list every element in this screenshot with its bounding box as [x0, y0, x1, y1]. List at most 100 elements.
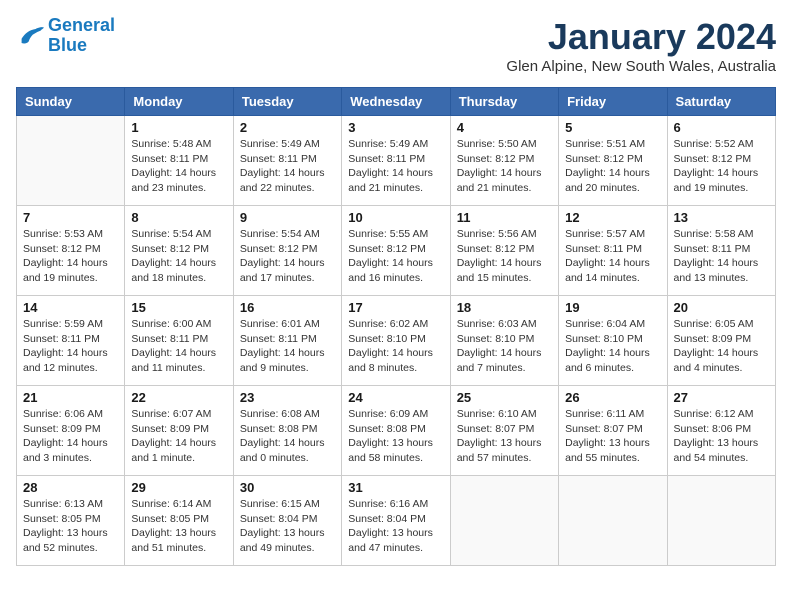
- day-info: Sunrise: 6:13 AM Sunset: 8:05 PM Dayligh…: [23, 497, 118, 556]
- weekday-header: Monday: [125, 88, 233, 116]
- week-row: 7Sunrise: 5:53 AM Sunset: 8:12 PM Daylig…: [17, 206, 776, 296]
- logo: General Blue: [16, 16, 115, 56]
- day-number: 26: [565, 390, 660, 405]
- calendar-cell: [450, 476, 558, 566]
- calendar-cell: 25 Sunrise: 6:10 AM Sunset: 8:07 PM Dayli…: [450, 386, 558, 476]
- calendar-cell: 3 Sunrise: 5:49 AM Sunset: 8:11 PM Daylig…: [342, 116, 450, 206]
- day-info: Sunrise: 5:52 AM Sunset: 8:12 PM Dayligh…: [674, 137, 769, 196]
- day-info: Sunrise: 6:15 AM Sunset: 8:04 PM Dayligh…: [240, 497, 335, 556]
- day-number: 20: [674, 300, 769, 315]
- day-info: Sunrise: 6:14 AM Sunset: 8:05 PM Dayligh…: [131, 497, 226, 556]
- day-info: Sunrise: 6:05 AM Sunset: 8:09 PM Dayligh…: [674, 317, 769, 376]
- day-info: Sunrise: 6:10 AM Sunset: 8:07 PM Dayligh…: [457, 407, 552, 466]
- location: Glen Alpine, New South Wales, Australia: [506, 58, 776, 75]
- day-number: 16: [240, 300, 335, 315]
- calendar-cell: 10Sunrise: 5:55 AM Sunset: 8:12 PM Dayli…: [342, 206, 450, 296]
- calendar-cell: 4 Sunrise: 5:50 AM Sunset: 8:12 PM Daylig…: [450, 116, 558, 206]
- day-info: Sunrise: 5:50 AM Sunset: 8:12 PM Dayligh…: [457, 137, 552, 196]
- day-info: Sunrise: 6:11 AM Sunset: 8:07 PM Dayligh…: [565, 407, 660, 466]
- calendar-cell: 9Sunrise: 5:54 AM Sunset: 8:12 PM Daylig…: [233, 206, 341, 296]
- day-info: Sunrise: 5:59 AM Sunset: 8:11 PM Dayligh…: [23, 317, 118, 376]
- weekday-header-row: SundayMondayTuesdayWednesdayThursdayFrid…: [17, 88, 776, 116]
- day-number: 9: [240, 210, 335, 225]
- calendar-cell: 8 Sunrise: 5:54 AM Sunset: 8:12 PM Daylig…: [125, 206, 233, 296]
- day-info: Sunrise: 6:09 AM Sunset: 8:08 PM Dayligh…: [348, 407, 443, 466]
- day-number: 8: [131, 210, 226, 225]
- day-info: Sunrise: 6:06 AM Sunset: 8:09 PM Dayligh…: [23, 407, 118, 466]
- day-info: Sunrise: 6:08 AM Sunset: 8:08 PM Dayligh…: [240, 407, 335, 466]
- day-info: Sunrise: 5:49 AM Sunset: 8:11 PM Dayligh…: [240, 137, 335, 196]
- calendar-cell: 7Sunrise: 5:53 AM Sunset: 8:12 PM Daylig…: [17, 206, 125, 296]
- day-number: 12: [565, 210, 660, 225]
- calendar-cell: [17, 116, 125, 206]
- day-number: 27: [674, 390, 769, 405]
- weekday-header: Friday: [559, 88, 667, 116]
- calendar-cell: 26 Sunrise: 6:11 AM Sunset: 8:07 PM Dayli…: [559, 386, 667, 476]
- day-info: Sunrise: 6:01 AM Sunset: 8:11 PM Dayligh…: [240, 317, 335, 376]
- day-number: 17: [348, 300, 443, 315]
- day-info: Sunrise: 5:54 AM Sunset: 8:12 PM Dayligh…: [131, 227, 226, 286]
- day-info: Sunrise: 6:02 AM Sunset: 8:10 PM Dayligh…: [348, 317, 443, 376]
- day-number: 19: [565, 300, 660, 315]
- day-info: Sunrise: 5:57 AM Sunset: 8:11 PM Dayligh…: [565, 227, 660, 286]
- day-info: Sunrise: 5:49 AM Sunset: 8:11 PM Dayligh…: [348, 137, 443, 196]
- day-number: 5: [565, 120, 660, 135]
- day-number: 15: [131, 300, 226, 315]
- day-number: 1: [131, 120, 226, 135]
- title-section: January 2024 Glen Alpine, New South Wale…: [506, 16, 776, 75]
- calendar-cell: 17 Sunrise: 6:02 AM Sunset: 8:10 PM Dayli…: [342, 296, 450, 386]
- week-row: 14 Sunrise: 5:59 AM Sunset: 8:11 PM Dayli…: [17, 296, 776, 386]
- weekday-header: Tuesday: [233, 88, 341, 116]
- calendar-cell: [667, 476, 775, 566]
- week-row: 1 Sunrise: 5:48 AM Sunset: 8:11 PM Daylig…: [17, 116, 776, 206]
- calendar-cell: 30Sunrise: 6:15 AM Sunset: 8:04 PM Dayli…: [233, 476, 341, 566]
- weekday-header: Saturday: [667, 88, 775, 116]
- day-info: Sunrise: 5:58 AM Sunset: 8:11 PM Dayligh…: [674, 227, 769, 286]
- day-number: 14: [23, 300, 118, 315]
- weekday-header: Wednesday: [342, 88, 450, 116]
- day-info: Sunrise: 5:55 AM Sunset: 8:12 PM Dayligh…: [348, 227, 443, 286]
- day-info: Sunrise: 6:04 AM Sunset: 8:10 PM Dayligh…: [565, 317, 660, 376]
- logo-text: General Blue: [48, 16, 115, 56]
- page-header: General Blue January 2024 Glen Alpine, N…: [16, 16, 776, 75]
- calendar-cell: 24 Sunrise: 6:09 AM Sunset: 8:08 PM Dayli…: [342, 386, 450, 476]
- week-row: 28Sunrise: 6:13 AM Sunset: 8:05 PM Dayli…: [17, 476, 776, 566]
- calendar-cell: 11Sunrise: 5:56 AM Sunset: 8:12 PM Dayli…: [450, 206, 558, 296]
- calendar-cell: 12 Sunrise: 5:57 AM Sunset: 8:11 PM Dayli…: [559, 206, 667, 296]
- day-number: 23: [240, 390, 335, 405]
- month-title: January 2024: [506, 16, 776, 58]
- calendar-cell: 19 Sunrise: 6:04 AM Sunset: 8:10 PM Dayli…: [559, 296, 667, 386]
- calendar-cell: 15Sunrise: 6:00 AM Sunset: 8:11 PM Dayli…: [125, 296, 233, 386]
- calendar-cell: 21 Sunrise: 6:06 AM Sunset: 8:09 PM Dayli…: [17, 386, 125, 476]
- calendar-cell: 27 Sunrise: 6:12 AM Sunset: 8:06 PM Dayli…: [667, 386, 775, 476]
- day-info: Sunrise: 5:56 AM Sunset: 8:12 PM Dayligh…: [457, 227, 552, 286]
- day-number: 21: [23, 390, 118, 405]
- weekday-header: Sunday: [17, 88, 125, 116]
- calendar-cell: 31Sunrise: 6:16 AM Sunset: 8:04 PM Dayli…: [342, 476, 450, 566]
- day-info: Sunrise: 5:51 AM Sunset: 8:12 PM Dayligh…: [565, 137, 660, 196]
- day-number: 22: [131, 390, 226, 405]
- day-info: Sunrise: 6:12 AM Sunset: 8:06 PM Dayligh…: [674, 407, 769, 466]
- day-info: Sunrise: 5:48 AM Sunset: 8:11 PM Dayligh…: [131, 137, 226, 196]
- day-number: 6: [674, 120, 769, 135]
- day-info: Sunrise: 6:07 AM Sunset: 8:09 PM Dayligh…: [131, 407, 226, 466]
- day-number: 4: [457, 120, 552, 135]
- day-number: 29: [131, 480, 226, 495]
- week-row: 21 Sunrise: 6:06 AM Sunset: 8:09 PM Dayli…: [17, 386, 776, 476]
- calendar-cell: 5 Sunrise: 5:51 AM Sunset: 8:12 PM Daylig…: [559, 116, 667, 206]
- day-number: 2: [240, 120, 335, 135]
- day-number: 13: [674, 210, 769, 225]
- day-number: 25: [457, 390, 552, 405]
- day-number: 18: [457, 300, 552, 315]
- day-number: 3: [348, 120, 443, 135]
- calendar-cell: 23 Sunrise: 6:08 AM Sunset: 8:08 PM Dayli…: [233, 386, 341, 476]
- calendar-cell: 29 Sunrise: 6:14 AM Sunset: 8:05 PM Dayli…: [125, 476, 233, 566]
- weekday-header: Thursday: [450, 88, 558, 116]
- day-number: 24: [348, 390, 443, 405]
- calendar-cell: 2 Sunrise: 5:49 AM Sunset: 8:11 PM Daylig…: [233, 116, 341, 206]
- logo-icon: [16, 24, 44, 48]
- calendar-cell: 20 Sunrise: 6:05 AM Sunset: 8:09 PM Dayli…: [667, 296, 775, 386]
- calendar-table: SundayMondayTuesdayWednesdayThursdayFrid…: [16, 87, 776, 566]
- calendar-cell: 28Sunrise: 6:13 AM Sunset: 8:05 PM Dayli…: [17, 476, 125, 566]
- calendar-cell: [559, 476, 667, 566]
